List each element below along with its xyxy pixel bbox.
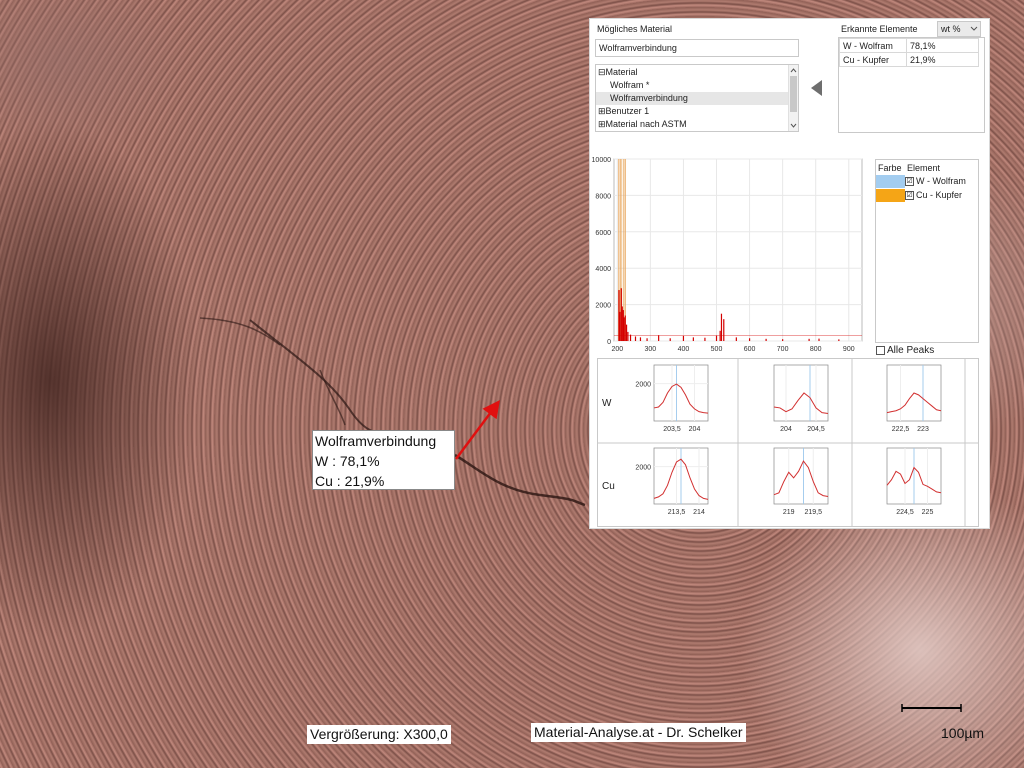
tree-item-benutzer[interactable]: ⊞Benutzer 1 [598,105,649,118]
magnification-caption: Vergrößerung: X300,0 [307,725,451,744]
possible-material-label: Mögliches Material [597,24,673,34]
analysis-panel: Mögliches Material Wolframverbindung ⊟Ma… [589,18,990,529]
peak-chart-cu-3: 224,5 225 [886,447,942,516]
x-tick-label: 700 [777,346,789,353]
material-tree[interactable]: ⊟Material Wolfram * Wolframverbindung ⊞B… [595,64,799,132]
unit-select[interactable]: wt % [937,21,981,37]
x-tick-label: 219,5 [805,509,823,516]
x-tick-label: 219 [783,509,795,516]
element-legend: Farbe Element ☑ W - Wolfram ☑ Cu - Kupfer [875,159,979,343]
peak-chart-w-3: 222,5 223 [886,364,942,433]
tree-item-label: Wolfram * [610,80,650,90]
y-tick-label: 4000 [595,266,611,273]
legend-item-label: Cu - Kupfer [916,190,963,200]
tree-expand-icon[interactable]: ⊞ [598,106,606,116]
detected-elements-table: W - Wolfram 78,1% Cu - Kupfer 21,9% [838,37,985,133]
legend-header-element: Element [907,163,941,173]
credit-caption: Material-Analyse.at - Dr. Schelker [531,723,746,742]
tree-item-material[interactable]: ⊟Material [598,66,638,79]
y-tick-label: 10000 [592,157,612,164]
tree-item-label: Wolframverbindung [610,93,688,103]
x-tick-label: 200 [611,346,623,353]
peak-plot-area [653,364,709,422]
y-tick-label: 2000 [635,382,651,389]
y-tick-label: 8000 [595,193,611,200]
x-tick-label: 222,5 [892,426,910,433]
x-tick-label: 500 [711,346,723,353]
element-value: 78,1% [906,38,979,53]
tree-collapse-icon[interactable]: ⊟ [598,67,606,77]
x-tick-label: 204 [780,426,792,433]
x-tick-label: 600 [744,346,756,353]
x-tick-label: 900 [843,346,855,353]
x-tick-label: 224,5 [896,509,914,516]
apply-arrow-icon[interactable] [810,79,824,97]
annotation-cu: Cu : 21,9% [315,473,385,489]
peak-chart-w-1: 2000 203,5 204 [635,364,709,433]
scroll-down-icon[interactable] [789,122,798,130]
x-tick-label: 800 [810,346,822,353]
tree-item-wolframverbindung[interactable]: Wolframverbindung [596,92,788,105]
material-annotation-box: Wolframverbindung W : 78,1% Cu : 21,9% [312,430,455,490]
legend-swatch-wolfram [876,175,905,188]
table-row[interactable]: Cu - Kupfer 21,9% [839,52,979,67]
spectrum-chart: 0 2000 4000 6000 8000 10000 200 300 400 500 600 700… [592,157,863,353]
peak-plot-area [773,364,829,422]
tree-item-label: Benutzer 1 [605,106,650,116]
peak-chart-cu-1: 2000 213,5 214 [635,447,709,516]
annotation-w: W : 78,1% [315,453,380,469]
peak-detail-grid: W Cu 2000 203,5 204 204 204,5 222,5 223 2000… [597,358,979,527]
detected-elements-label: Erkannte Elemente [841,24,918,34]
scroll-up-icon[interactable] [789,66,798,74]
legend-item-wolfram[interactable]: ☑ W - Wolfram [905,176,966,187]
x-tick-label: 400 [678,346,690,353]
checkbox-checked-icon[interactable]: ☑ [905,191,914,201]
legend-item-label: W - Wolfram [916,176,966,186]
element-name: W - Wolfram [839,38,907,53]
element-name: Cu - Kupfer [839,52,907,67]
legend-swatch-kupfer [876,189,905,202]
tree-scrollbar[interactable] [788,65,798,131]
tree-item-label: Material nach ASTM [605,119,687,129]
peak-plot-area [773,447,829,505]
x-tick-label: 204,5 [807,426,825,433]
tree-item-wolfram[interactable]: Wolfram * [610,79,649,92]
y-tick-label: 2000 [595,303,611,310]
row-label-cu: Cu [602,481,615,492]
element-value: 21,9% [906,52,979,67]
y-tick-label: 2000 [635,465,651,472]
y-tick-label: 0 [607,339,611,346]
x-tick-label: 225 [922,509,934,516]
tree-item-label: Material [605,67,638,77]
x-tick-label: 213,5 [668,509,686,516]
all-peaks-label: Alle Peaks [887,345,935,356]
checkbox-checked-icon[interactable]: ☑ [905,177,914,187]
peak-chart-w-2: 204 204,5 [773,364,829,433]
scale-label: 100µm [941,725,985,741]
x-tick-label: 204 [689,426,701,433]
peak-chart-cu-2: 219 219,5 [773,447,829,516]
annotation-material: Wolframverbindung [315,433,437,449]
x-tick-label: 300 [645,346,657,353]
tree-item-astm[interactable]: ⊞Material nach ASTM [598,118,687,131]
x-tick-label: 203,5 [663,426,681,433]
all-peaks-checkbox[interactable]: Alle Peaks [876,345,934,356]
chevron-down-icon [970,26,978,31]
scrollbar-thumb[interactable] [790,76,797,112]
row-label-w: W [602,398,612,409]
y-tick-label: 6000 [595,230,611,237]
x-tick-label: 214 [693,509,705,516]
scale-bar [901,704,962,712]
possible-material-field[interactable]: Wolframverbindung [595,39,799,57]
x-tick-label: 223 [917,426,929,433]
legend-item-kupfer[interactable]: ☑ Cu - Kupfer [905,190,963,201]
checkbox-unchecked-icon[interactable] [876,345,885,355]
plot-area [613,158,863,342]
tree-expand-icon[interactable]: ⊞ [598,119,606,129]
possible-material-value: Wolframverbindung [599,43,677,53]
legend-header-color: Farbe [878,163,902,173]
table-row[interactable]: W - Wolfram 78,1% [839,38,979,53]
unit-select-value: wt % [941,24,961,34]
